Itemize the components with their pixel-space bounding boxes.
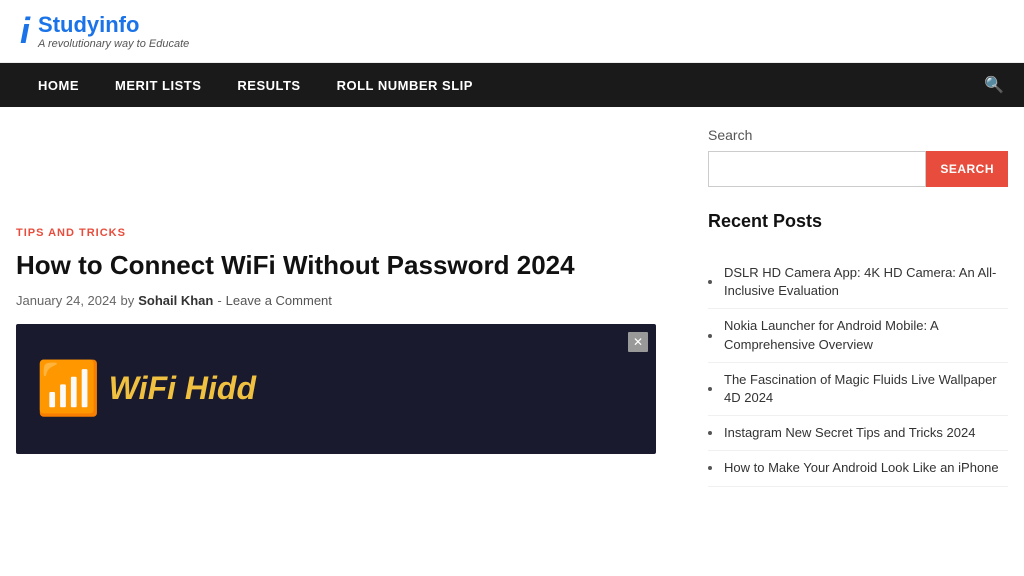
- logo-title: Studyinfo: [38, 12, 189, 38]
- close-button[interactable]: ✕: [628, 332, 648, 352]
- main-content: TIPS AND TRICKS How to Connect WiFi With…: [16, 127, 678, 511]
- wifi-symbol: 📶: [36, 358, 101, 419]
- logo-icon: i: [20, 13, 30, 49]
- site-header: i Studyinfo A revolutionary way to Educa…: [0, 0, 1024, 63]
- recent-post-item[interactable]: Nokia Launcher for Android Mobile: A Com…: [708, 309, 1008, 362]
- search-button[interactable]: SEARCH: [926, 151, 1008, 187]
- search-box: SEARCH: [708, 151, 1008, 187]
- search-label: Search: [708, 127, 1008, 143]
- recent-post-link[interactable]: Instagram New Secret Tips and Tricks 202…: [724, 424, 1008, 442]
- nav-items: HOME MERIT LISTS RESULTS ROLL NUMBER SLI…: [20, 63, 491, 107]
- featured-image: 📶 WiFi Hidd ✕: [16, 324, 656, 454]
- main-nav: HOME MERIT LISTS RESULTS ROLL NUMBER SLI…: [0, 63, 1024, 107]
- featured-image-inner: 📶 WiFi Hidd: [36, 358, 256, 419]
- recent-posts-section: Recent Posts DSLR HD Camera App: 4K HD C…: [708, 211, 1008, 487]
- article-comment-link[interactable]: Leave a Comment: [226, 293, 332, 308]
- recent-post-item[interactable]: DSLR HD Camera App: 4K HD Camera: An All…: [708, 256, 1008, 309]
- recent-post-item[interactable]: Instagram New Secret Tips and Tricks 202…: [708, 416, 1008, 451]
- main-layout: TIPS AND TRICKS How to Connect WiFi With…: [0, 107, 1024, 531]
- recent-posts-title: Recent Posts: [708, 211, 1008, 240]
- logo-text: Studyinfo A revolutionary way to Educate: [38, 12, 189, 50]
- nav-item-home[interactable]: HOME: [20, 63, 97, 107]
- logo[interactable]: i Studyinfo A revolutionary way to Educa…: [20, 12, 189, 50]
- article-meta: January 24, 2024 by Sohail Khan - Leave …: [16, 293, 678, 308]
- recent-post-link[interactable]: How to Make Your Android Look Like an iP…: [724, 459, 1008, 477]
- nav-search-icon[interactable]: 🔍: [984, 75, 1004, 95]
- nav-item-roll-number-slip[interactable]: ROLL NUMBER SLIP: [319, 63, 491, 107]
- logo-subtitle: A revolutionary way to Educate: [38, 38, 189, 50]
- nav-item-results[interactable]: RESULTS: [219, 63, 318, 107]
- recent-post-item[interactable]: The Fascination of Magic Fluids Live Wal…: [708, 363, 1008, 416]
- sidebar: Search SEARCH Recent Posts DSLR HD Camer…: [708, 127, 1008, 511]
- recent-post-link[interactable]: Nokia Launcher for Android Mobile: A Com…: [724, 317, 1008, 353]
- recent-posts-list: DSLR HD Camera App: 4K HD Camera: An All…: [708, 256, 1008, 487]
- search-input[interactable]: [708, 151, 926, 187]
- recent-post-item[interactable]: How to Make Your Android Look Like an iP…: [708, 451, 1008, 486]
- recent-post-link[interactable]: DSLR HD Camera App: 4K HD Camera: An All…: [724, 264, 1008, 300]
- article-category: TIPS AND TRICKS: [16, 227, 678, 239]
- recent-post-link[interactable]: The Fascination of Magic Fluids Live Wal…: [724, 371, 1008, 407]
- article-date: January 24, 2024: [16, 293, 116, 308]
- article-by: by: [120, 293, 134, 308]
- article-separator: -: [217, 293, 221, 308]
- wifi-text: WiFi Hidd: [109, 370, 256, 407]
- nav-item-merit-lists[interactable]: MERIT LISTS: [97, 63, 219, 107]
- search-section: Search SEARCH: [708, 127, 1008, 187]
- article-author[interactable]: Sohail Khan: [138, 293, 213, 308]
- article-title: How to Connect WiFi Without Password 202…: [16, 249, 678, 283]
